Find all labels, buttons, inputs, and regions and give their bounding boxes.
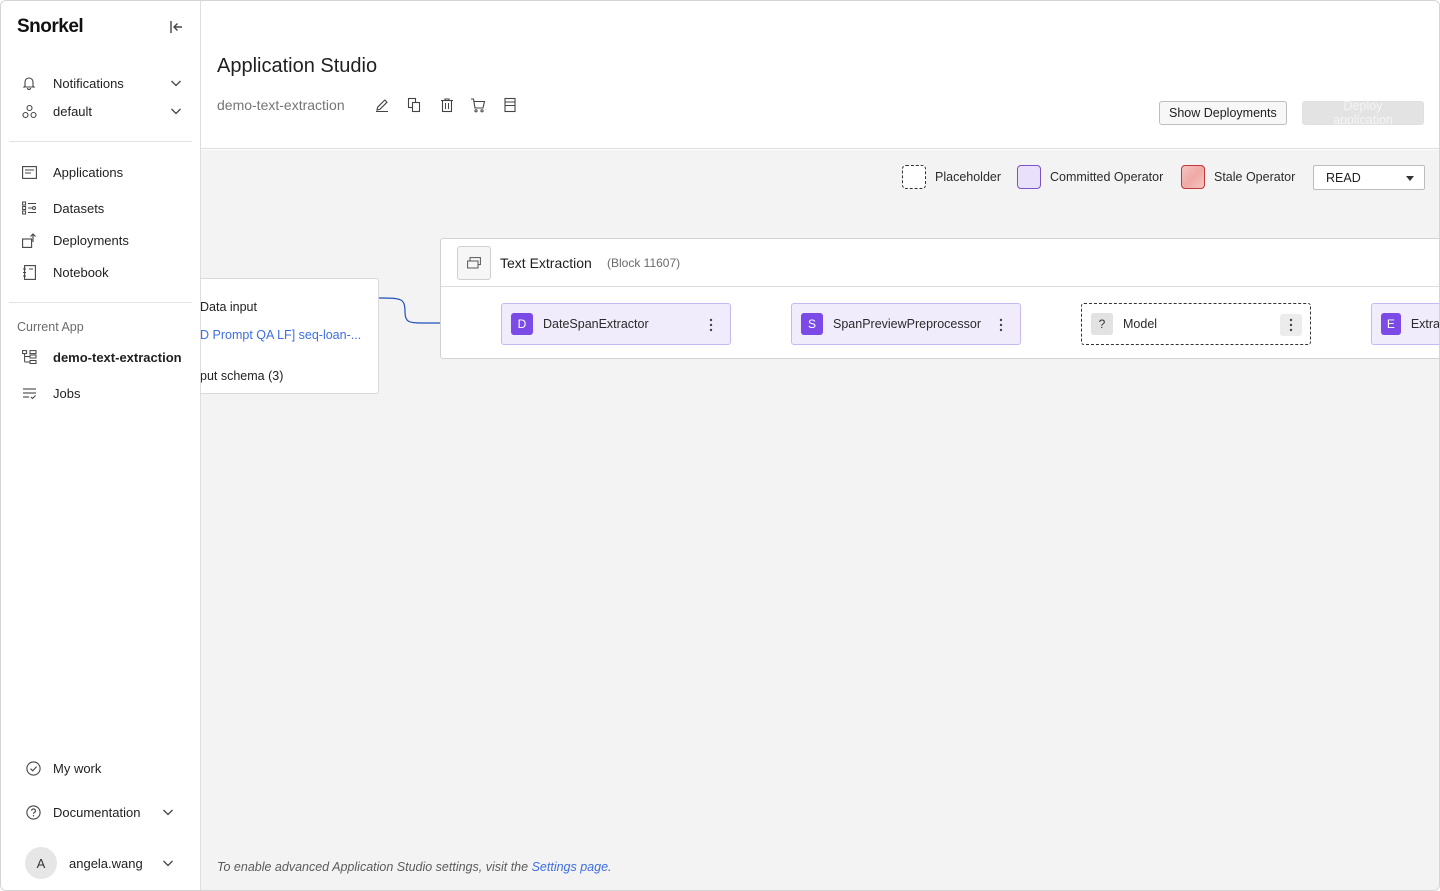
snorkel-logo[interactable]: Snorkel [17,16,84,38]
caret-down-icon [1406,176,1414,181]
input-schema-label[interactable]: put schema (3) [201,369,283,383]
stale-swatch [1181,165,1205,189]
block-id: (Block 11607) [607,256,681,270]
placeholder-swatch [902,165,926,189]
sidebar-item-label: default [53,103,93,119]
sidebar-item-notifications[interactable]: Notifications [21,73,181,93]
sidebar-item-label: My work [53,760,102,776]
sidebar-item-label: Notifications [53,75,124,91]
legend-committed-operator: Committed Operator [1017,165,1163,189]
mode-value: READ [1326,170,1361,185]
sidebar-item-label: Applications [53,164,124,180]
datasets-icon [21,200,37,216]
deployments-icon [21,232,37,248]
operator-badge: E [1381,313,1401,335]
chevron-down-icon[interactable] [161,856,175,870]
avatar: A [25,847,57,879]
deploy-application-button[interactable]: Deploy application [1302,99,1424,127]
current-app-label: Current App [17,320,84,334]
operator-label: DateSpanExtractor [543,317,649,331]
operator-node-model-placeholder[interactable]: ? Model [1081,303,1311,345]
app-window: Snorkel Notifications default Applicatio… [0,0,1440,891]
operator-label: Extra [1410,317,1440,331]
user-menu[interactable]: A angela.wang [25,847,173,879]
sidebar-item-notebook[interactable]: Notebook [21,262,109,282]
block-header: Text Extraction (Block 11607) [441,239,1439,287]
page-title: Application Studio [217,55,378,77]
operator-badge: S [801,313,823,335]
settings-page-link[interactable]: Settings page [532,860,608,874]
jobs-icon [21,385,37,401]
settings-footnote: To enable advanced Application Studio se… [217,860,612,874]
app-name: demo-text-extraction [217,97,345,113]
chevron-down-icon[interactable] [169,104,183,118]
bell-icon [21,75,37,91]
sidebar-item-label: Notebook [53,264,109,280]
sidebar-item-label: Deployments [53,232,129,248]
sidebar-item-deployments[interactable]: Deployments [21,230,129,250]
sidebar-item-workspace[interactable]: default [21,101,181,121]
sidebar-item-my-work[interactable]: My work [25,758,101,778]
legend-stale-operator: Stale Operator [1181,165,1295,189]
sidebar-item-documentation[interactable]: Documentation [25,802,173,822]
sidebar-item-applications[interactable]: Applications [21,162,123,182]
block-title: Text Extraction [500,255,592,271]
sidebar-item-label: Jobs [53,385,81,401]
operator-node-spanpreviewpreprocessor[interactable]: S SpanPreviewPreprocessor [791,303,1021,345]
sidebar-item-label: Documentation [53,804,141,820]
collapse-sidebar-icon[interactable] [167,18,185,36]
page-header: Application Studio demo-text-extraction … [201,1,1439,149]
operator-badge: D [511,313,533,335]
legend-placeholder: Placeholder [902,165,1001,189]
committed-swatch [1017,165,1041,189]
more-options-icon[interactable] [990,314,1012,336]
legend-label: Stale Operator [1214,170,1296,184]
sidebar-item-datasets[interactable]: Datasets [21,198,104,218]
sidebar-item-label: Datasets [53,200,105,216]
cart-icon[interactable] [470,97,486,113]
data-input-node[interactable]: Data input D Prompt QA LF] seq-loan-... … [201,278,379,394]
sidebar-divider [9,302,192,303]
operator-label: SpanPreviewPreprocessor [833,317,981,331]
legend-label: Placeholder [935,170,1002,184]
sidebar-item-jobs[interactable]: Jobs [21,383,80,403]
app-tree-icon [21,349,37,365]
edit-icon[interactable] [374,97,390,113]
check-circle-icon [25,760,41,776]
footnote-text: To enable advanced Application Studio se… [217,860,529,874]
data-input-title: Data input [201,300,257,314]
pipeline-canvas[interactable]: Placeholder Committed Operator Stale Ope… [201,150,1440,890]
workspace-icon [21,103,37,119]
more-options-icon[interactable] [700,314,722,336]
operator-node-datespanextractor[interactable]: D DateSpanExtractor [501,303,731,345]
sidebar: Snorkel Notifications default Applicatio… [1,1,201,890]
sidebar-item-current-app[interactable]: demo-text-extraction [21,347,182,367]
applications-icon [21,164,37,180]
operator-node-extractor[interactable]: E Extra [1371,303,1440,345]
legend-label: Committed Operator [1050,170,1164,184]
notebook-icon [21,264,37,280]
sidebar-divider [9,141,192,142]
data-input-dataset-link[interactable]: D Prompt QA LF] seq-loan-... [201,328,364,342]
sidebar-item-label: demo-text-extraction [53,349,182,365]
operator-badge: ? [1091,313,1113,335]
copy-icon[interactable] [406,97,422,113]
help-icon [25,804,41,820]
show-deployments-button[interactable]: Show Deployments [1159,101,1287,125]
block-collapse-icon[interactable] [457,246,491,280]
mode-select[interactable]: READ [1313,165,1425,190]
operator-label: Model [1123,317,1158,331]
trash-icon[interactable] [439,97,455,113]
more-options-icon[interactable] [1280,314,1302,336]
user-name: angela.wang [69,855,143,871]
archive-icon[interactable] [502,97,518,113]
chevron-down-icon[interactable] [169,76,183,90]
chevron-down-icon[interactable] [161,805,175,819]
footnote-end: . [608,860,612,874]
